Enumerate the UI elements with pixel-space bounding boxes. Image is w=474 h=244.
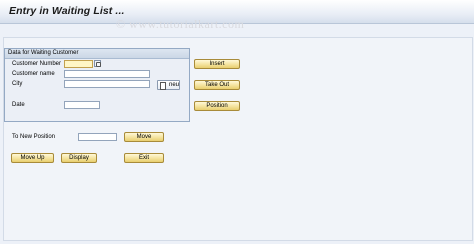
group-title: Data for Waiting Customer xyxy=(8,50,79,56)
exit-button[interactable]: Exit xyxy=(124,153,164,163)
new-button[interactable]: neu xyxy=(157,80,180,90)
insert-button[interactable]: Insert xyxy=(194,59,240,69)
position-button[interactable]: Position xyxy=(194,101,240,111)
display-button[interactable]: Display xyxy=(61,153,97,163)
new-document-icon xyxy=(160,82,166,90)
city-label: City xyxy=(12,81,23,87)
customer-name-input[interactable] xyxy=(64,70,150,78)
window-title: Entry in Waiting List ... xyxy=(9,5,125,17)
take-out-button[interactable]: Take Out xyxy=(194,80,240,90)
date-input[interactable] xyxy=(64,101,100,109)
customer-number-input[interactable] xyxy=(64,60,93,68)
value-help-icon[interactable] xyxy=(94,60,101,67)
move-button[interactable]: Move xyxy=(124,132,164,142)
move-up-button[interactable]: Move Up xyxy=(11,153,54,163)
date-label: Date xyxy=(12,102,25,108)
city-input[interactable] xyxy=(64,80,150,88)
customer-name-label: Customer name xyxy=(12,71,55,77)
customer-number-label: Customer Number xyxy=(12,61,62,67)
group-header: Data for Waiting Customer xyxy=(5,49,189,59)
new-position-label: To New Position xyxy=(12,134,56,140)
new-position-input[interactable] xyxy=(78,133,117,141)
watermark: © www.tutorialkart.com xyxy=(116,17,245,31)
new-button-label: neu xyxy=(169,82,180,88)
